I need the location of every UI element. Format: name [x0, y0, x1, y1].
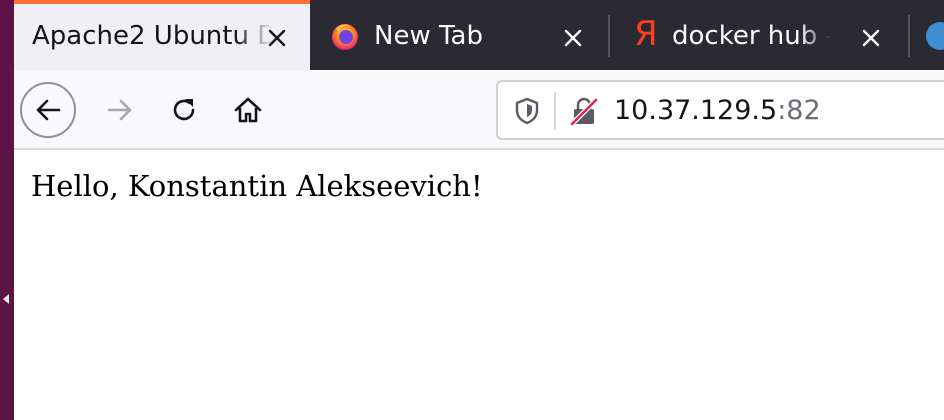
forward-button[interactable] [92, 82, 148, 138]
tab-title: New Tab [374, 21, 483, 51]
tab-title: Apache2 Ubuntu Default Page: It works [32, 21, 272, 51]
tab-new-tab[interactable]: New Tab [310, 0, 606, 70]
greeting-text: Hello, Konstantin Alekseevich! [31, 169, 483, 203]
tab-separator [908, 15, 910, 57]
navigation-toolbar: 10.37.129.5:82 [14, 70, 944, 150]
reload-button[interactable] [156, 82, 212, 138]
active-tab-indicator [14, 0, 310, 4]
shield-icon[interactable] [514, 97, 540, 125]
tab-title: docker hub — Яндекс [672, 21, 832, 51]
url-bar[interactable]: 10.37.129.5:82 [496, 80, 944, 140]
globe-icon [926, 22, 944, 50]
tab-partial[interactable] [912, 0, 944, 70]
close-icon[interactable] [265, 26, 289, 50]
url-host: 10.37.129.5 [614, 95, 778, 126]
url-text[interactable]: 10.37.129.5:82 [614, 94, 821, 128]
firefox-icon [332, 24, 358, 50]
tab-docker-hub[interactable]: Я docker hub — Яндекс [610, 0, 906, 70]
home-icon [234, 97, 262, 123]
home-button[interactable] [220, 82, 276, 138]
launcher-expand-arrow-icon[interactable] [3, 294, 9, 304]
url-port: :82 [777, 95, 821, 126]
tab-strip: Apache2 Ubuntu Default Page: It works Ne… [14, 0, 944, 70]
url-separator [554, 92, 556, 130]
tab-apache2[interactable]: Apache2 Ubuntu Default Page: It works [14, 0, 310, 70]
back-arrow-icon [36, 99, 61, 121]
forward-arrow-icon [107, 99, 132, 121]
yandex-icon: Я [634, 14, 658, 54]
launcher-strip [0, 0, 14, 420]
reload-icon [173, 99, 195, 121]
close-icon[interactable] [561, 26, 585, 50]
close-icon[interactable] [859, 26, 883, 50]
page-content: Hello, Konstantin Alekseevich! [14, 150, 944, 420]
insecure-lock-icon[interactable] [568, 95, 600, 127]
back-button[interactable] [20, 82, 76, 138]
